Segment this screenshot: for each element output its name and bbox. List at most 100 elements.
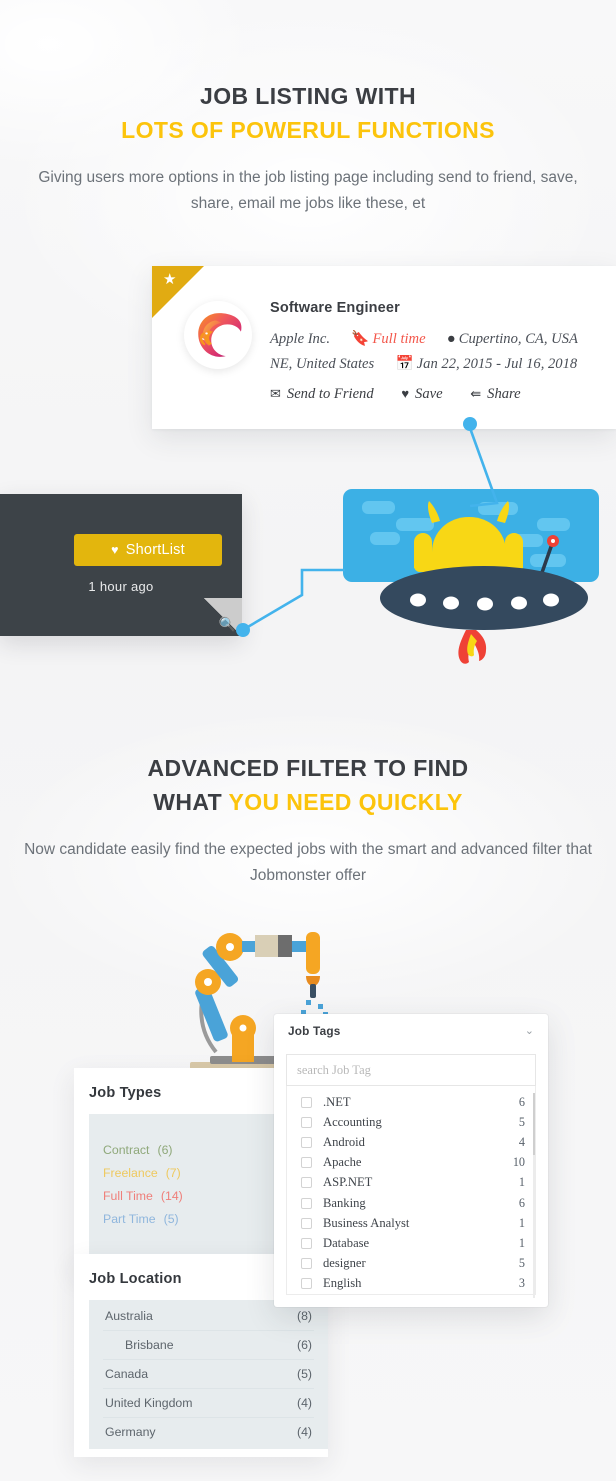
tag-row[interactable]: Apache 10 (287, 1153, 535, 1173)
location-row[interactable]: Germany (4) (103, 1418, 314, 1446)
send-to-friend-action[interactable]: ✉ Send to Friend (270, 386, 374, 402)
calendar-icon: 📅 (395, 355, 414, 372)
shortlist-button-label: ShortList (125, 542, 185, 558)
tag-checkbox[interactable] (301, 1237, 312, 1249)
job-tags-heading: Job Tags (288, 1024, 341, 1038)
hero-section-advanced-filter: ADVANCED FILTER TO FIND WHAT YOU NEED QU… (0, 752, 616, 890)
chevron-down-icon[interactable]: ⌄ (525, 1025, 534, 1037)
job-type-label: Freelance (103, 1165, 158, 1180)
location-count: (6) (296, 1338, 312, 1352)
tag-row[interactable]: Business Analyst 1 (287, 1213, 535, 1233)
company-logo (184, 301, 252, 369)
hero1-heading: JOB LISTING WITH LOTS OF POWERUL FUNCTIO… (0, 80, 616, 148)
job-tags-list[interactable]: .NET 6 Accounting 5 Android 4 Apache 10 … (286, 1086, 536, 1295)
alien-ufo-illustration (340, 480, 616, 680)
job-tags-search-input[interactable]: search Job Tag (286, 1054, 536, 1086)
tag-row[interactable]: Accounting 5 (287, 1112, 535, 1132)
tag-row[interactable]: Database 1 (287, 1233, 535, 1253)
job-type-count: (6) (157, 1142, 173, 1157)
scrollbar-thumb[interactable] (533, 1093, 535, 1155)
tag-label: designer (323, 1256, 366, 1271)
tag-row[interactable]: Android 4 (287, 1132, 535, 1152)
tag-row[interactable]: .NET 6 (287, 1092, 535, 1112)
hero2-subtitle: Now candidate easily find the expected j… (24, 840, 592, 885)
tag-count: 3 (518, 1276, 525, 1291)
tag-checkbox[interactable] (301, 1116, 312, 1128)
location-row[interactable]: United Kingdom (4) (103, 1389, 314, 1418)
tag-label: Apache (323, 1155, 362, 1170)
heart-icon: ♥ (111, 543, 119, 557)
lion-logo-icon (198, 313, 242, 357)
location-label: Australia (105, 1309, 153, 1323)
tag-label: ASP.NET (323, 1175, 373, 1190)
heart-icon: ♥ (401, 386, 410, 402)
location-label: United Kingdom (105, 1396, 193, 1410)
shortlist-panel: ♥ ShortList 1 hour ago 🔍 (0, 494, 242, 636)
hero2-heading: ADVANCED FILTER TO FIND WHAT YOU NEED QU… (0, 752, 616, 820)
tag-count: 5 (518, 1256, 525, 1271)
tag-row[interactable]: designer 5 (287, 1254, 535, 1274)
tag-checkbox[interactable] (301, 1157, 312, 1169)
tag-checkbox[interactable] (301, 1197, 312, 1209)
tag-label: Accounting (323, 1114, 382, 1129)
job-tags-header[interactable]: Job Tags ⌄ (274, 1014, 548, 1048)
job-tags-panel: Job Tags ⌄ search Job Tag .NET 6 Account… (274, 1014, 548, 1307)
shortlist-button[interactable]: ♥ ShortList (74, 534, 222, 566)
location-label: Germany (105, 1425, 156, 1439)
tag-count: 4 (518, 1134, 525, 1149)
job-type-count: (14) (160, 1189, 183, 1204)
tag-checkbox[interactable] (301, 1136, 312, 1148)
hero-section-job-listing: JOB LISTING WITH LOTS OF POWERUL FUNCTIO… (0, 80, 616, 218)
job-date-range: Jan 22, 2015 - Jul 16, 2018 (416, 355, 578, 372)
tag-count: 5 (518, 1114, 525, 1129)
envelope-icon: ✉ (270, 386, 281, 402)
company-name: Apple Inc. (270, 331, 330, 347)
job-meta: Apple Inc. 🔖 Full time ● Cupertino, CA, US… (270, 327, 606, 376)
tag-count: 10 (512, 1155, 525, 1170)
save-action[interactable]: ♥ Save (401, 386, 442, 402)
star-icon: ★ (163, 271, 177, 288)
tag-count: 1 (518, 1235, 525, 1250)
tag-count: 6 (518, 1195, 525, 1210)
tag-checkbox[interactable] (301, 1217, 312, 1229)
tag-checkbox[interactable] (301, 1278, 312, 1290)
tag-row[interactable]: ASP.NET 1 (287, 1173, 535, 1193)
tag-checkbox[interactable] (301, 1096, 312, 1108)
job-title[interactable]: Software Engineer (270, 300, 606, 316)
job-location-line2: NE, United States (270, 355, 375, 372)
job-card-actions: ✉ Send to Friend ♥ Save ⇚ Share (270, 386, 606, 403)
tag-label: English (323, 1276, 362, 1291)
location-count: (4) (296, 1396, 312, 1410)
job-card-body: Software Engineer Apple Inc. 🔖 Full time … (270, 300, 606, 403)
hero2-heading-line2-accent: YOU NEED QUICKLY (228, 788, 463, 815)
location-label: Brisbane (125, 1338, 174, 1352)
hero2-heading-line2-plain: WHAT (153, 788, 229, 815)
search-placeholder: search Job Tag (297, 1062, 371, 1077)
job-tags-scrollbar[interactable] (533, 1093, 535, 1298)
tag-row[interactable]: Banking 6 (287, 1193, 535, 1213)
location-row[interactable]: Brisbane (6) (103, 1331, 314, 1360)
tag-checkbox[interactable] (301, 1258, 312, 1270)
hero1-subtitle: Giving users more options in the job lis… (38, 168, 578, 213)
zoom-corner[interactable]: 🔍 (204, 598, 242, 636)
tag-label: Database (323, 1235, 370, 1250)
job-listing-card[interactable]: ★ Software Engineer Apple Inc. 🔖 Full ti… (152, 266, 616, 429)
tag-count: 1 (518, 1215, 525, 1230)
tag-row[interactable]: English 3 (287, 1274, 535, 1294)
location-count: (8) (296, 1309, 312, 1323)
job-types-heading: Job Types (89, 1085, 162, 1101)
job-type: 🔖 Full time (351, 331, 426, 347)
tag-checkbox[interactable] (301, 1177, 312, 1189)
hero1-heading-line1: JOB LISTING WITH (200, 83, 416, 109)
magnifier-plus-icon[interactable]: 🔍 (219, 617, 236, 631)
location-count: (5) (296, 1367, 312, 1381)
tag-label: Business Analyst (323, 1215, 410, 1230)
share-action[interactable]: ⇚ Share (470, 386, 520, 402)
job-location-line1: Cupertino, CA, USA (458, 331, 578, 347)
location-row[interactable]: Canada (5) (103, 1360, 314, 1389)
location-label: Canada (105, 1367, 149, 1381)
location-count: (4) (296, 1425, 312, 1439)
job-location-heading: Job Location (89, 1271, 182, 1287)
bookmark-icon: 🔖 (351, 331, 370, 347)
job-location-list: Australia (8) Brisbane (6) Canada (5) Un… (89, 1300, 328, 1449)
